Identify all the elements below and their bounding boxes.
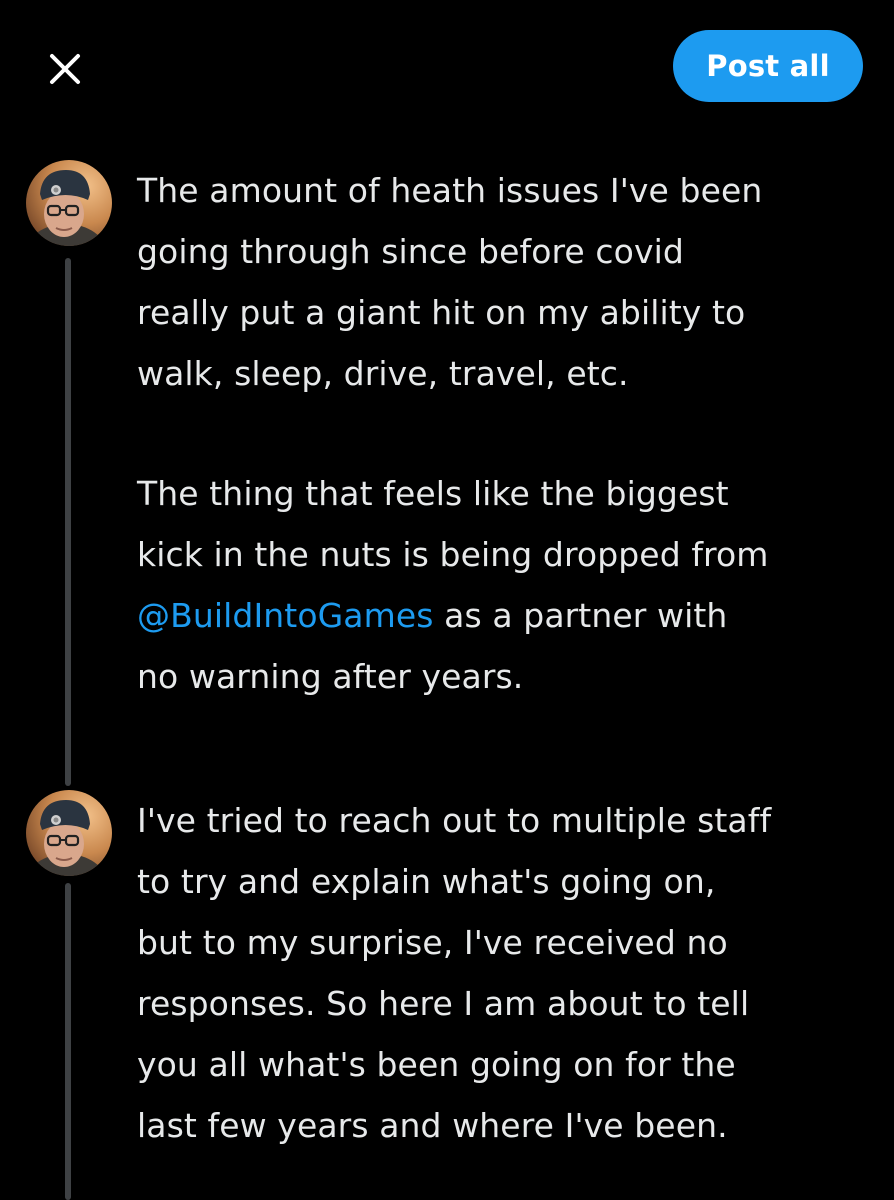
- post-text-line: going through since before covid: [137, 232, 684, 271]
- post-text-line: really put a giant hit on my ability to: [137, 293, 746, 332]
- user-avatar-icon: [26, 160, 112, 246]
- post-text-line: no warning after years.: [137, 657, 524, 696]
- close-button[interactable]: [40, 44, 90, 94]
- post-text-fragment: as a partner with: [433, 596, 728, 635]
- thread-connector-line: [65, 258, 71, 786]
- post-text-line: last few years and where I've been.: [137, 1106, 728, 1145]
- post-text-line: @BuildIntoGames as a partner with: [137, 585, 877, 646]
- post-text-line: The amount of heath issues I've been: [137, 171, 763, 210]
- mention-link[interactable]: @BuildIntoGames: [137, 596, 434, 635]
- post-all-button[interactable]: Post all: [673, 30, 863, 102]
- user-avatar-icon: [26, 790, 112, 876]
- close-icon: [50, 54, 80, 84]
- post-text-line: walk, sleep, drive, travel, etc.: [137, 354, 629, 393]
- post-text-line: kick in the nuts is being dropped from: [137, 535, 769, 574]
- thread-connector-line: [65, 883, 71, 1200]
- post-text-line: to try and explain what's going on,: [137, 862, 716, 901]
- post-text-line: you all what's been going on for the: [137, 1045, 736, 1084]
- post-text: The amount of heath issues I've been goi…: [137, 160, 877, 707]
- avatar[interactable]: [26, 790, 112, 876]
- post-text-line: but to my surprise, I've received no: [137, 923, 728, 962]
- post-text-line: responses. So here I am about to tell: [137, 984, 750, 1023]
- post-text-line: I've tried to reach out to multiple staf…: [137, 801, 772, 840]
- post-text-line: The thing that feels like the biggest: [137, 474, 729, 513]
- avatar[interactable]: [26, 160, 112, 246]
- post-text: I've tried to reach out to multiple staf…: [137, 790, 877, 1156]
